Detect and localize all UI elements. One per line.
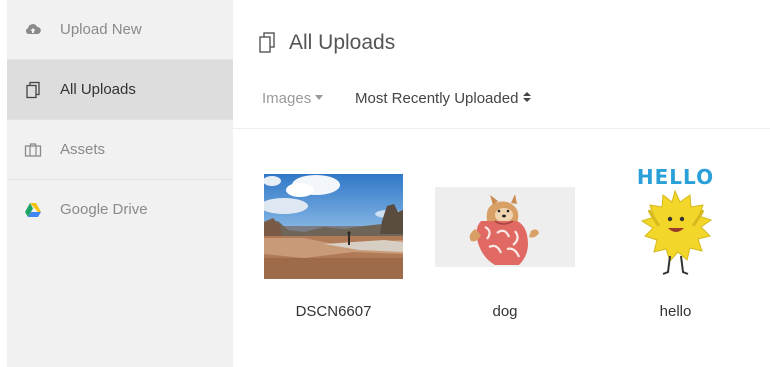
sort-label: Most Recently Uploaded xyxy=(355,90,519,107)
upload-name: DSCN6607 xyxy=(295,303,372,320)
window-edge xyxy=(0,0,7,367)
upload-tile-dscn6607[interactable]: DSCN6607 xyxy=(264,174,403,324)
thumbnail-dog xyxy=(435,187,575,267)
files-icon xyxy=(257,31,277,55)
thumbnail-dscn6607 xyxy=(264,174,403,279)
thumbnail-hello: HELLO xyxy=(633,164,718,289)
main-panel: All Uploads Images Most Recently Uploade… xyxy=(233,0,770,367)
upload-tile-hello[interactable]: HELLO hello xyxy=(633,164,718,324)
page-title: All Uploads xyxy=(289,31,396,54)
sidebar: Upload New All Uploads Assets Google Dri… xyxy=(7,0,233,367)
caret-down-icon xyxy=(315,95,324,100)
sidebar-item-all-uploads[interactable]: All Uploads xyxy=(7,60,233,120)
sidebar-item-label: All Uploads xyxy=(60,81,136,98)
briefcase-icon xyxy=(24,141,42,159)
upload-name: hello xyxy=(659,303,692,320)
type-filter-dropdown[interactable]: Images xyxy=(262,90,324,108)
type-filter-label: Images xyxy=(262,90,312,107)
google-drive-icon xyxy=(24,201,42,219)
sidebar-item-google-drive[interactable]: Google Drive xyxy=(7,180,233,240)
upload-name: dog xyxy=(492,303,518,320)
upload-tile-dog[interactable]: dog xyxy=(435,174,575,324)
cloud-upload-icon xyxy=(24,21,42,39)
sort-arrows-icon xyxy=(523,92,532,104)
sidebar-item-label: Assets xyxy=(60,141,106,158)
sidebar-item-label: Upload New xyxy=(60,21,142,38)
sidebar-item-label: Google Drive xyxy=(60,201,148,218)
divider xyxy=(233,128,770,129)
files-icon xyxy=(24,81,42,99)
sidebar-item-upload-new[interactable]: Upload New xyxy=(7,0,233,60)
sidebar-item-assets[interactable]: Assets xyxy=(7,120,233,180)
app-window: Upload New All Uploads Assets Google Dri… xyxy=(0,0,770,367)
sort-dropdown[interactable]: Most Recently Uploaded xyxy=(355,90,532,108)
